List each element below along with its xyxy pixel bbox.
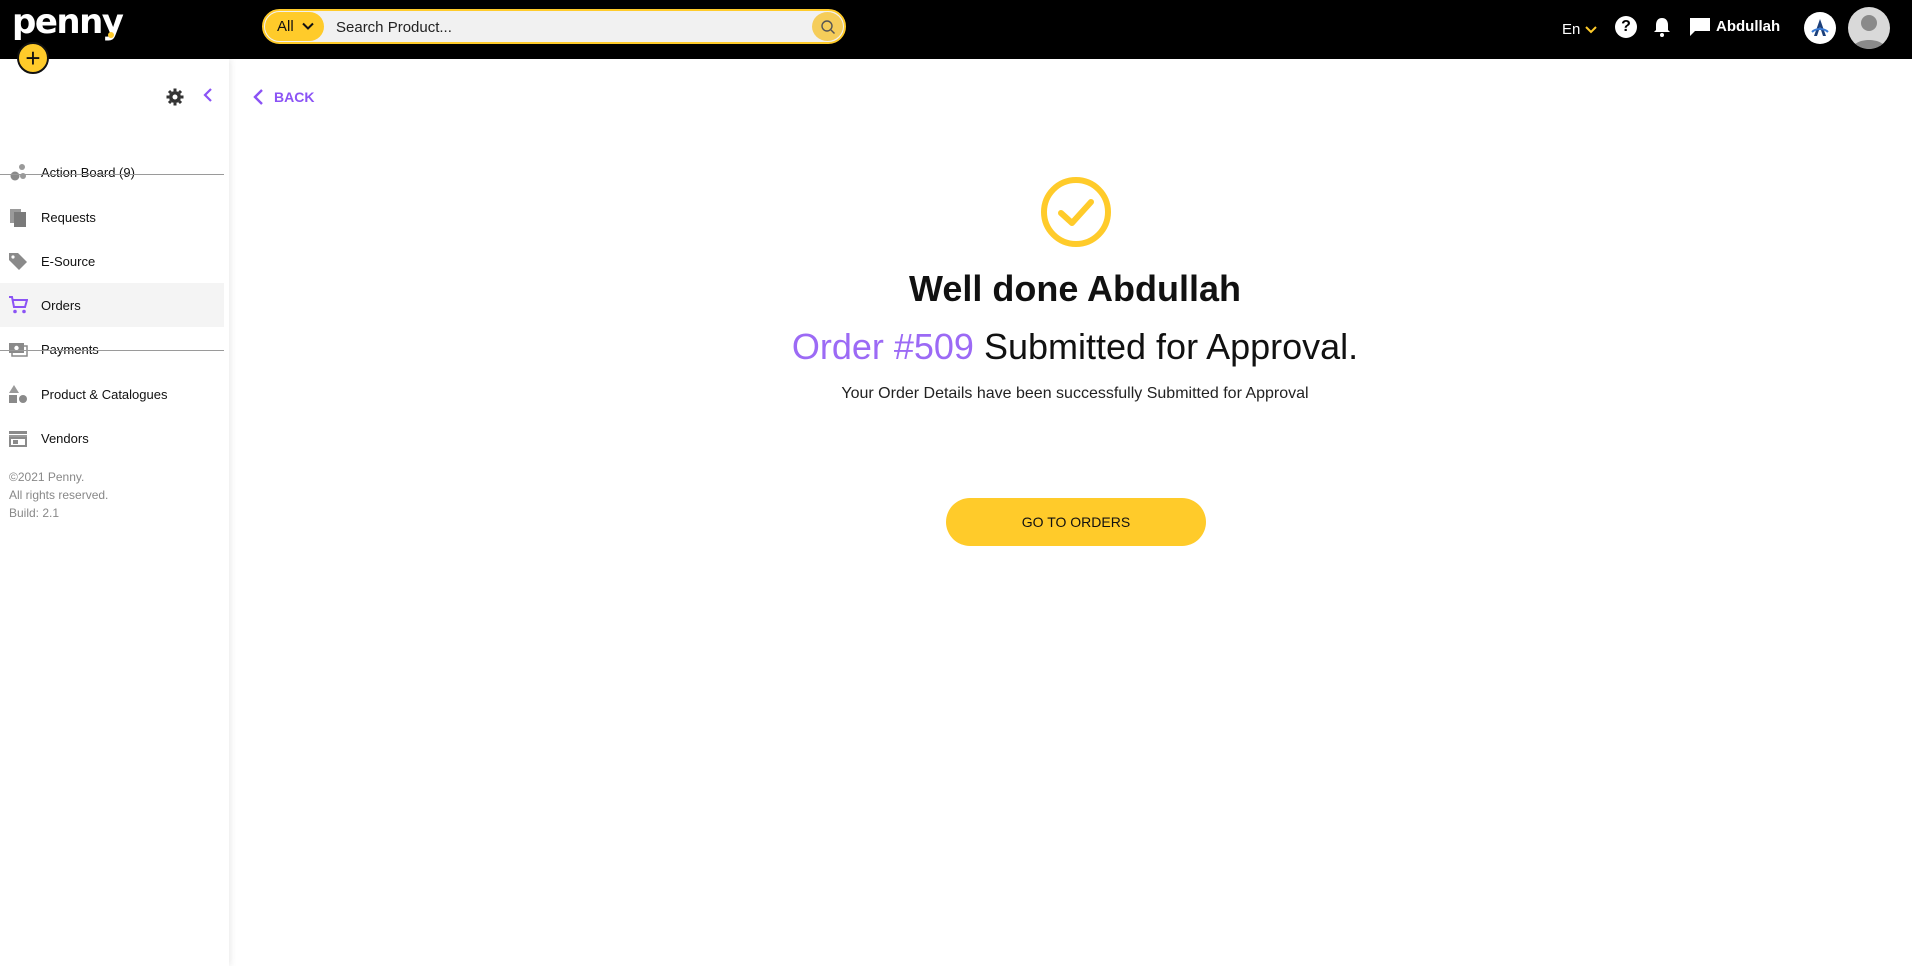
sidebar-item-label: Action Board (9)	[41, 164, 135, 180]
page-title: Well done Abdullah	[909, 268, 1241, 309]
rights-text: All rights reserved.	[9, 488, 109, 502]
top-bar: penny All En ? Abdullah	[0, 0, 1912, 59]
back-link[interactable]: BACK	[252, 88, 314, 106]
search-bar: All	[262, 9, 846, 44]
chevron-left-icon	[253, 89, 263, 105]
sidebar: Action Board (9) Requests E-Source Order…	[0, 59, 229, 966]
user-name[interactable]: Abdullah	[1716, 18, 1780, 35]
user-avatar-icon	[1853, 15, 1885, 49]
chat-icon[interactable]	[1689, 17, 1711, 37]
sidebar-item-label: E-Source	[41, 253, 96, 269]
build-text: Build: 2.1	[9, 506, 60, 520]
bubbles-icon	[10, 164, 26, 181]
penny-logo[interactable]: penny	[12, 2, 124, 42]
chevron-down-icon	[1585, 25, 1598, 33]
collapse-sidebar-icon[interactable]	[202, 87, 214, 103]
organization-mark-icon	[1811, 19, 1829, 36]
back-label: BACK	[274, 89, 315, 105]
success-check-icon	[1041, 177, 1111, 247]
success-description: Your Order Details have been successfull…	[841, 385, 1309, 402]
order-number-link[interactable]: Order #509	[792, 326, 974, 367]
gear-icon[interactable]	[166, 88, 184, 106]
bell-icon[interactable]	[1652, 16, 1672, 38]
status-text: Submitted for Approval.	[983, 326, 1359, 367]
organization-logo-icon[interactable]	[1804, 12, 1836, 44]
search-category-select[interactable]: All	[265, 12, 324, 41]
sidebar-footer: ©2021 Penny. All rights reserved. Build:…	[9, 468, 108, 522]
sidebar-item-label: Requests	[41, 209, 96, 225]
search-category-label: All	[277, 18, 294, 35]
search-icon	[820, 19, 835, 34]
avatar[interactable]	[1848, 7, 1890, 49]
go-to-orders-button[interactable]: GO TO ORDERS	[946, 498, 1206, 546]
store-icon	[9, 431, 27, 447]
sidebar-item-action-board[interactable]: Action Board (9)	[0, 150, 224, 194]
sidebar-item-vendors[interactable]: Vendors	[0, 416, 224, 460]
language-label: En	[1562, 21, 1581, 38]
search-button[interactable]	[812, 12, 843, 41]
logo-dot	[108, 32, 114, 38]
help-icon[interactable]: ?	[1615, 16, 1637, 38]
copyright-text: ©2021 Penny.	[9, 470, 85, 484]
chevron-down-icon	[302, 22, 314, 30]
sidebar-item-requests[interactable]: Requests	[0, 195, 224, 239]
sidebar-item-label: Vendors	[41, 430, 89, 446]
divider	[0, 174, 224, 175]
search-input[interactable]	[336, 15, 756, 39]
documents-icon	[10, 209, 26, 227]
language-select[interactable]: En	[1562, 21, 1598, 38]
add-button[interactable]: +	[17, 42, 49, 74]
order-status-heading: Order #509 Submitted for Approval.	[0, 326, 1912, 368]
